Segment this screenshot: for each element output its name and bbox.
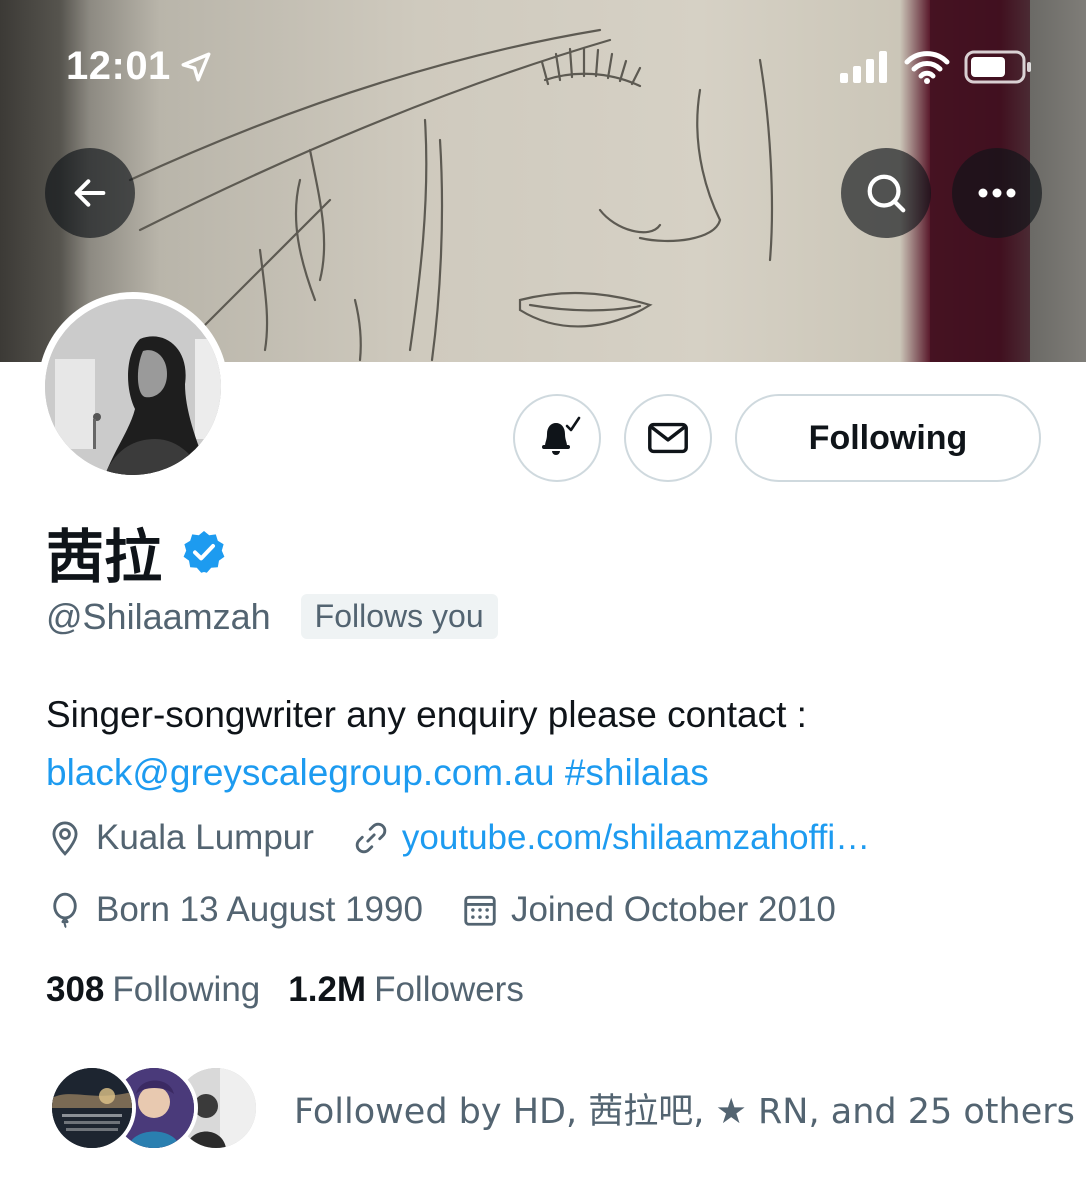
follow-stats: 308 Following 1.2M Followers	[46, 970, 524, 1010]
link-icon	[355, 822, 387, 854]
status-time: 12:01	[66, 44, 213, 89]
more-icon	[978, 188, 1016, 198]
mail-icon	[648, 422, 688, 454]
location-text: Kuala Lumpur	[96, 818, 314, 857]
profile-avatar[interactable]	[38, 292, 228, 482]
search-icon	[867, 174, 906, 213]
battery-icon	[964, 50, 1031, 84]
calendar-icon	[464, 895, 496, 926]
location-pin-icon	[52, 821, 78, 856]
birthday-item: Born 13 August 1990	[46, 890, 423, 930]
bio-email-link[interactable]: black@greyscalegroup.com.au	[46, 752, 555, 793]
follower-avatar-1	[48, 1064, 136, 1152]
profile-bio: Singer-songwriter any enquiry please con…	[46, 686, 1046, 802]
balloon-icon	[53, 892, 77, 929]
followers-stat[interactable]: 1.2M Followers	[288, 970, 524, 1010]
back-button[interactable]	[45, 148, 135, 238]
wifi-icon	[904, 51, 950, 84]
avatar-image	[45, 299, 221, 475]
bio-hashtag-link[interactable]: #shilalas	[565, 752, 709, 793]
display-name: 茜拉	[46, 510, 228, 594]
follows-you-badge: Follows you	[300, 594, 498, 639]
website-link[interactable]: youtube.com/shilaamzahoffi…	[402, 818, 870, 858]
search-button[interactable]	[841, 148, 931, 238]
handle-row: @Shilaamzah Follows you	[46, 594, 498, 639]
followers-count: 1.2M	[288, 970, 367, 1009]
notifications-button[interactable]	[513, 394, 601, 482]
location-item: Kuala Lumpur	[46, 818, 314, 858]
joined-text: Joined October 2010	[510, 890, 836, 929]
back-arrow-icon	[74, 179, 106, 207]
following-label: Following	[112, 970, 261, 1009]
display-name-text: 茜拉	[46, 523, 163, 591]
website-item[interactable]: youtube.com/shilaamzahoffi…	[352, 818, 870, 858]
birthday-text: Born 13 August 1990	[96, 890, 423, 929]
message-button[interactable]	[624, 394, 712, 482]
status-indicators	[840, 50, 1034, 84]
joined-item: Joined October 2010	[461, 890, 836, 930]
meta-row-location: Kuala Lumpur youtube.com/shilaamzahoffi…	[46, 818, 870, 858]
following-button[interactable]: Following	[735, 394, 1041, 482]
signal-icon	[840, 51, 887, 83]
location-arrow-icon	[181, 52, 211, 81]
bell-icon	[542, 416, 581, 455]
following-stat[interactable]: 308 Following	[46, 970, 260, 1010]
followed-by-text: Followed by HD, 茜拉吧, ★ RN, and 25 others	[294, 1091, 1075, 1132]
followers-label: Followers	[374, 970, 524, 1009]
followed-by-row[interactable]: Followed by HD, 茜拉吧, ★ RN, and 25 others	[48, 1064, 1075, 1152]
more-button[interactable]	[952, 148, 1042, 238]
bio-text: Singer-songwriter any enquiry please con…	[46, 694, 807, 735]
meta-row-dates: Born 13 August 1990 Joined October 2010	[46, 890, 836, 930]
verified-icon[interactable]	[180, 528, 228, 576]
user-handle: @Shilaamzah	[46, 595, 271, 637]
following-count: 308	[46, 970, 105, 1009]
bio-links: black@greyscalegroup.com.au #shilalas	[46, 744, 1046, 802]
